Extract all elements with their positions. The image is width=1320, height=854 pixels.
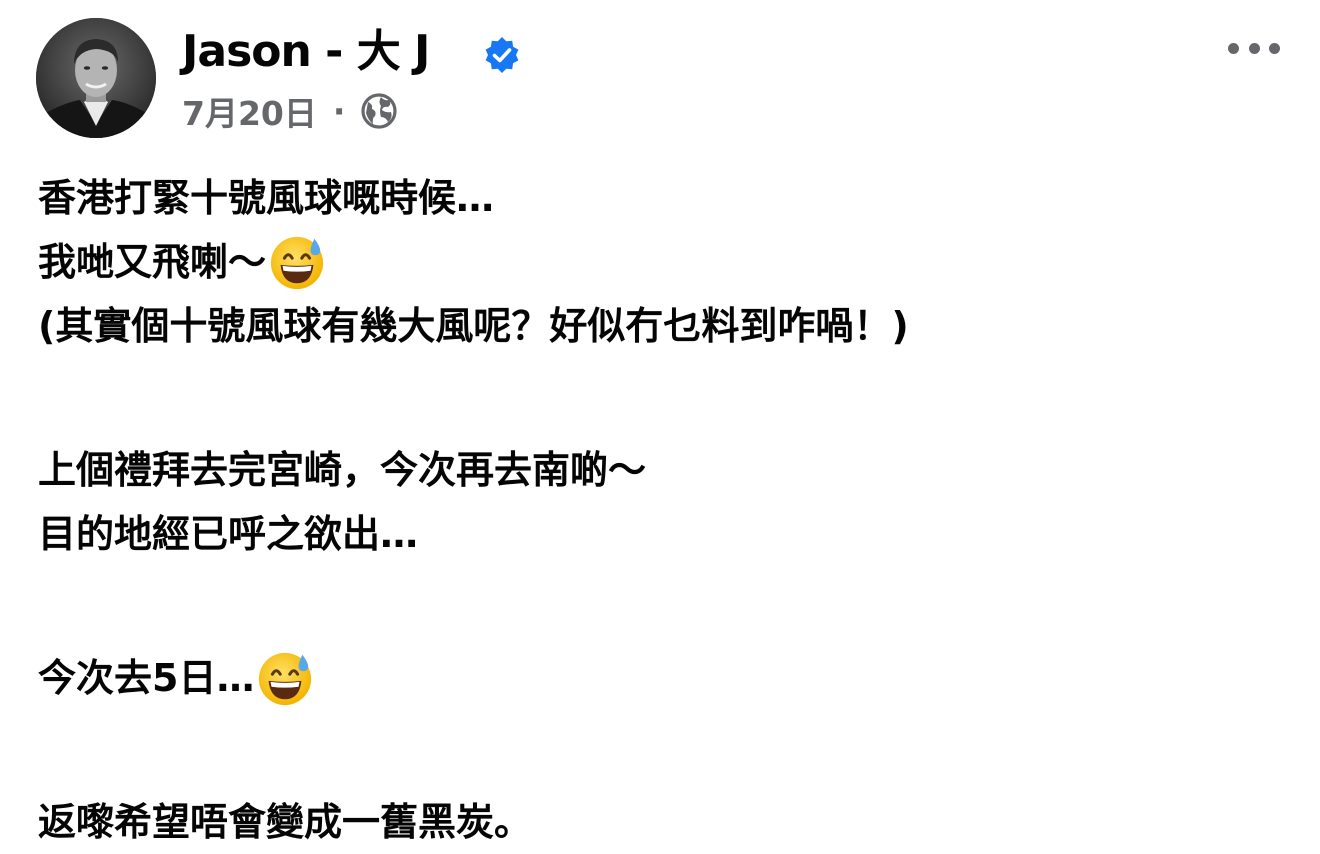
author-name[interactable]: Jason - 大 J xyxy=(182,24,430,80)
post-date[interactable]: 7月20日 xyxy=(182,87,317,135)
more-dot-icon xyxy=(1248,42,1260,54)
meta-separator: · xyxy=(332,91,346,131)
facebook-post: Jason - 大 J 7月20日 · 香港打緊十號風球嘅時候… 我哋又飛喇～ xyxy=(0,0,1320,844)
post-meta: 7月20日 · xyxy=(182,88,399,134)
post-line: 上個禮拜去完宮崎，今次再去南啲～ xyxy=(38,448,647,492)
post-body: 香港打緊十號風球嘅時候… 我哋又飛喇～ (其實個十號風球有幾大風呢？好似冇乜料到… xyxy=(38,166,909,854)
more-options-button[interactable] xyxy=(1226,28,1282,68)
post-line-text: 我哋又飛喇～ xyxy=(38,240,267,284)
post-line-text: 今次去5日… xyxy=(38,656,255,700)
more-dot-icon xyxy=(1228,42,1239,54)
verified-badge-icon xyxy=(485,37,519,73)
globe-icon[interactable] xyxy=(359,91,399,131)
post-line: 香港打緊十號風球嘅時候… xyxy=(38,176,495,220)
avatar-photo xyxy=(36,18,156,138)
grinning-sweat-emoji-icon xyxy=(268,233,326,291)
post-line: 今次去5日… xyxy=(38,646,909,710)
post-line: 我哋又飛喇～ xyxy=(38,230,909,294)
author-avatar[interactable] xyxy=(36,18,156,138)
post-line: (其實個十號風球有幾大風呢？好似冇乜料到咋喎！) xyxy=(38,304,909,348)
more-dot-icon xyxy=(1269,42,1280,54)
post-line: 返嚟希望唔會變成一舊黑炭。 xyxy=(38,800,533,844)
post-line: 目的地經已呼之欲出… xyxy=(38,512,419,556)
grinning-sweat-emoji-icon xyxy=(256,649,314,707)
